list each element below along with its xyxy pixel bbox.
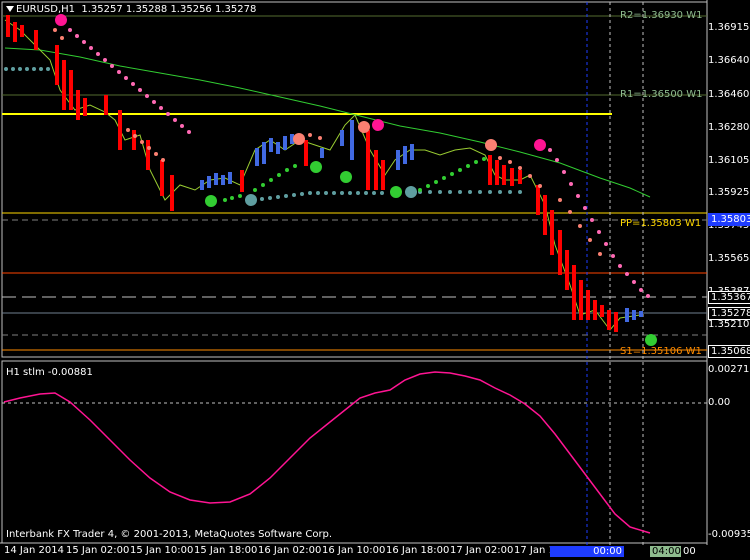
copyright-text: Interbank FX Trader 4, © 2001-2013, Meta… (6, 529, 333, 540)
time-tick: 16 Jan 18:00 (386, 545, 450, 556)
price-tick: 1.36460 (708, 89, 750, 100)
indicator-tick: 0.00271 (708, 364, 750, 375)
indicator-title: H1 stlm -0.00881 (6, 367, 93, 378)
ohlc-values: 1.35257 1.35288 1.35256 1.35278 (81, 4, 257, 15)
price-tick: 1.35925 (708, 187, 750, 198)
sell-signal-circle (293, 133, 305, 145)
price-badge-bid: 1.35278 (708, 307, 750, 320)
time-tick: 17 Jan 1 (514, 545, 555, 556)
time-tick: 15 Jan 02:00 (66, 545, 130, 556)
time-tick: 16 Jan 10:00 (322, 545, 386, 556)
sell-signal-circle (485, 139, 497, 151)
buy-signal-circle (340, 171, 352, 183)
pivot-r2-label: R2=1.36930 W1 (620, 10, 703, 21)
sell-signal-circle (372, 119, 384, 131)
buy-signal-circle (245, 194, 257, 206)
time-tick: 15 Jan 18:00 (194, 545, 258, 556)
time-badge-end: 00 (681, 546, 698, 557)
time-badge-blue: 00:00 (550, 546, 624, 557)
price-tick: 1.36915 (708, 22, 750, 33)
price-tick: 1.35565 (708, 253, 750, 264)
price-trace-line (4, 19, 641, 331)
time-tick: 16 Jan 02:00 (258, 545, 322, 556)
time-badge-green: 04:00 (650, 546, 683, 557)
main-chart-frame (1, 1, 708, 358)
time-tick: 15 Jan 10:00 (130, 545, 194, 556)
price-badge-level: 1.35367 (708, 291, 750, 304)
moving-average-line (4, 47, 651, 198)
sell-signal-circle (534, 139, 546, 151)
sell-signal-circle (358, 121, 370, 133)
pivot-s1-label: S1=1.35106 W1 (620, 346, 702, 357)
price-tick: 1.36280 (708, 122, 750, 133)
indicator-tick: -0.00935 (708, 529, 750, 540)
buy-signal-circle (645, 334, 657, 346)
chart-title: EURUSD,H1 1.35257 1.35288 1.35256 1.3527… (6, 4, 256, 16)
price-tick: 1.36640 (708, 55, 750, 66)
stlm-indicator-line (3, 371, 651, 534)
time-tick: 17 Jan 02:00 (450, 545, 514, 556)
pivot-pp-label: PP=1.35803 W1 (620, 218, 702, 229)
buy-signal-circle (310, 161, 322, 173)
price-tick: 1.36105 (708, 155, 750, 166)
indicator-frame (1, 360, 708, 544)
price-badge-pivot: 1.35803 (708, 213, 750, 226)
bearish-candles (6, 15, 618, 332)
chart-canvas (0, 0, 708, 545)
pivot-r1-label: R1=1.36500 W1 (620, 89, 703, 100)
mt4-chart-window[interactable]: EURUSD,H1 1.35257 1.35288 1.35256 1.3527… (0, 0, 750, 560)
price-badge-low: 1.35068 (708, 345, 750, 358)
price-tick: 1.35210 (708, 319, 750, 330)
indicator-tick: 0.00 (708, 397, 731, 408)
dropdown-arrow-icon[interactable] (6, 6, 14, 12)
buy-signal-circle (390, 186, 402, 198)
time-tick: 14 Jan 2014 (4, 545, 64, 556)
buy-signal-circle (405, 186, 417, 198)
symbol-title: EURUSD,H1 (16, 4, 76, 15)
resistance-dots (68, 28, 650, 298)
buy-signal-circle (205, 195, 217, 207)
